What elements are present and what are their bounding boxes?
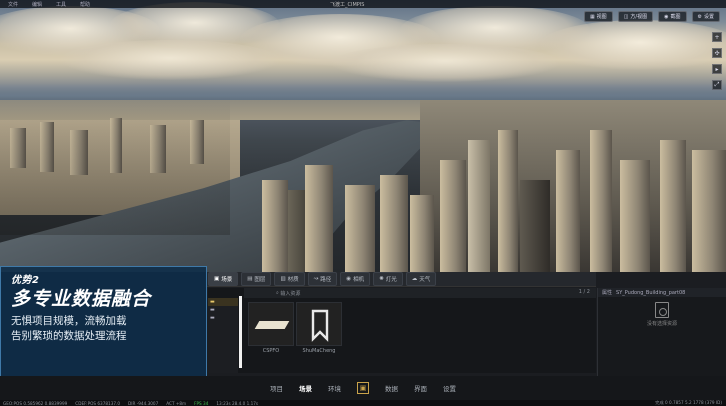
tab-material[interactable]: ▥ 材质 [274,272,305,286]
folder-icon: ▬ [210,307,215,313]
promo-title: 多专业数据融合 [11,288,152,310]
splitter-handle[interactable] [239,296,242,368]
page-indicator[interactable]: 1 / 2 [579,289,590,295]
expand-icon[interactable]: ⤢ [712,80,722,90]
status-bar: GEO:POS 0.585962 0.8839999 CDEF:POS 6378… [0,400,726,406]
home-icon[interactable]: ▣ [357,382,369,394]
status-right: 完成 0 0.7857 5.2 1778 (379 ID) [655,400,722,405]
layers-icon: ◫ [623,13,629,20]
compass-icon[interactable]: ✣ [712,48,722,58]
status-dir: DIR -944.3007 [128,400,159,406]
tab-path[interactable]: ↝ 路径 [307,272,338,286]
empty-file-icon [655,302,669,318]
menu-file[interactable]: 文件 [8,1,18,8]
bottom-nav: 项目 场景 环境 ▣ 数据 界面 设置 [0,376,726,400]
screenshot-button[interactable]: ◉ 截图 [658,11,687,22]
settings-button[interactable]: ⚙ 设置 [691,11,720,22]
folder-icon: ▬ [210,315,215,321]
side-toolbar: + ✣ ▸ ⤢ [712,32,722,90]
path-icon: ↝ [313,276,319,282]
nav-environment[interactable]: 环境 [328,383,341,393]
tab-layers[interactable]: ▤ 图层 [241,272,272,286]
texture-icon: ▥ [280,276,286,282]
nav-settings[interactable]: 设置 [443,383,456,393]
nav-interface[interactable]: 界面 [414,383,427,393]
panel-tabs: ▣ 场景 ▤ 图层 ▥ 材质 ↝ 路径 ◉ 相机 ✺ 灯光 ☁ 天气 [205,272,596,287]
folder-item[interactable]: ▬ [208,314,238,322]
play-icon[interactable]: ▸ [712,64,722,74]
status-fps: FPS 34 [194,400,209,406]
plane-icon [254,321,290,329]
asset-path: SY_Pudong_Building_part08 [616,289,686,296]
tab-camera[interactable]: ◉ 相机 [340,272,371,286]
viewport-toolbar: ▦ 视图 ◫ 方/视图 ◉ 截图 ⚙ 设置 [583,11,720,22]
menu-help[interactable]: 帮助 [80,1,90,8]
asset-thumb-shumacheng[interactable] [296,302,342,346]
folder-item[interactable]: ▬ [208,306,238,314]
properties-panel: 属性 SY_Pudong_Building_part08 没有选择资源 [597,288,726,376]
camera-icon: ◉ [346,276,352,282]
asset-thumb-cspfo[interactable] [248,302,294,346]
folder-item[interactable]: ▬ [208,298,238,306]
layout-button[interactable]: ◫ 方/视图 [617,11,654,22]
light-icon: ✺ [379,276,384,282]
menu-edit[interactable]: 编辑 [32,1,42,8]
properties-header: 属性 SY_Pudong_Building_part08 [598,288,726,297]
empty-state: 没有选择资源 [644,302,680,327]
folder-list: ▬ ▬ ▬ [208,298,238,373]
tab-weather[interactable]: ☁ 天气 [405,272,437,286]
status-time: 13:23s 28.4.0 1.17s [216,400,259,406]
tab-scene[interactable]: ▣ 场景 [208,272,239,286]
status-cdef: CDEF:POS 6378137.0 [75,400,121,406]
weather-icon: ☁ [411,276,418,282]
grid-icon: ▦ [589,13,595,20]
cube-icon: ▣ [214,276,220,282]
asset-label: ShuMaCheng [302,348,336,354]
promo-tag: 优势2 [11,275,40,286]
nav-project[interactable]: 项目 [270,383,283,393]
menu-tools[interactable]: 工具 [56,1,66,8]
promo-banner: 优势2 多专业数据融合 无惧项目规模，流畅加载 告别繁琐的数据处理流程 [0,266,207,380]
plus-icon[interactable]: + [712,32,722,42]
view-button[interactable]: ▦ 视图 [583,11,613,22]
gear-icon: ⚙ [697,13,702,20]
camera-icon: ◉ [664,13,669,20]
3d-viewport[interactable] [0,0,726,272]
nav-scene[interactable]: 场景 [299,383,312,393]
status-act: ACT +8m [166,400,187,406]
app-root: 文件 编辑 工具 帮助 飞渡工_CIMPIS ▦ 视图 ◫ 方/视图 ◉ 截图 ⚙ 设置… [0,0,726,406]
asset-label: CSPFO [262,348,280,354]
promo-desc-line1: 无惧项目规模，流畅加载 [11,315,127,327]
tab-light[interactable]: ✺ 灯光 [373,272,403,286]
search-input[interactable]: 输入资源 [280,290,300,297]
folder-icon: ▬ [210,299,215,305]
status-geo: GEO:POS 0.585962 0.8839999 [3,400,68,406]
nav-data[interactable]: 数据 [385,383,398,393]
title-bar: 文件 编辑 工具 帮助 飞渡工_CIMPIS [0,0,726,8]
asset-filter[interactable]: ⌕ 输入资源 1 / 2 [244,288,596,298]
window-title: 飞渡工_CIMPIS [330,2,365,8]
bookmark-icon [311,309,329,342]
promo-desc-line2: 告别繁琐的数据处理流程 [11,330,127,342]
image-icon: ▤ [247,276,253,282]
